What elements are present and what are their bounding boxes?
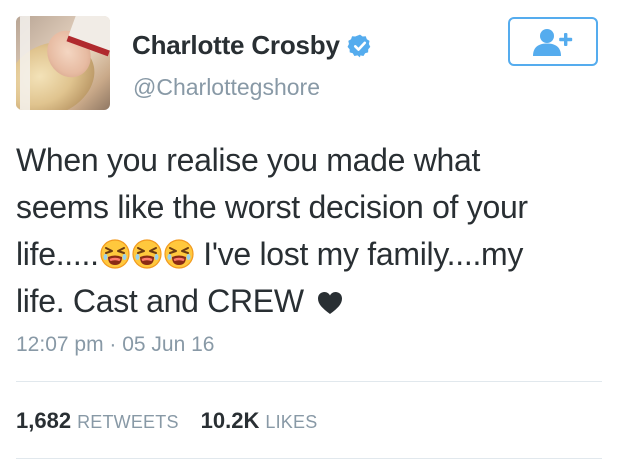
tweet-line: seems like the worst decision of your <box>16 189 528 225</box>
tweet-line: When you realise you made what <box>16 142 481 178</box>
author-name[interactable]: Charlotte Crosby <box>132 30 340 61</box>
avatar[interactable] <box>16 16 110 110</box>
verified-badge-icon <box>347 34 371 57</box>
retweets-label: RETWEETS <box>77 412 179 432</box>
black-heart-icon <box>318 292 343 314</box>
divider <box>16 381 602 382</box>
tweet-timestamp[interactable]: 12:07 pm · 05 Jun 16 <box>16 333 214 357</box>
tired-face-emoji-icon <box>100 239 130 269</box>
avatar-edge-shape <box>20 16 30 110</box>
author-handle[interactable]: @Charlottegshore <box>133 74 320 101</box>
divider <box>16 458 602 459</box>
tweet-line: life..... I've lost my family....my <box>16 231 606 278</box>
tweet-text-segment: life..... <box>16 236 99 272</box>
tired-face-emoji-icon <box>132 239 162 269</box>
add-user-icon <box>533 28 573 56</box>
likes-stat[interactable]: 10.2K LIKES <box>201 408 318 434</box>
author-name-row: Charlotte Crosby <box>132 30 373 61</box>
likes-count: 10.2K <box>200 408 260 433</box>
retweets-count: 1,682 <box>16 408 72 433</box>
tweet-text-segment: life. Cast and CREW <box>16 283 313 319</box>
tweet-text: When you realise you made what seems lik… <box>16 137 606 325</box>
tweet-card: Charlotte Crosby @Charlottegshore When y… <box>0 0 618 471</box>
tweet-stats: 1,682 RETWEETS 10.2K LIKES <box>16 408 317 434</box>
tired-face-emoji-icon <box>164 239 194 269</box>
tweet-text-segment: I've lost my family....my <box>194 236 524 272</box>
retweets-stat[interactable]: 1,682 RETWEETS <box>16 408 179 434</box>
tweet-line: life. Cast and CREW <box>16 278 606 325</box>
likes-label: LIKES <box>265 412 318 432</box>
emoji-group <box>99 231 195 278</box>
follow-button[interactable] <box>508 17 598 66</box>
